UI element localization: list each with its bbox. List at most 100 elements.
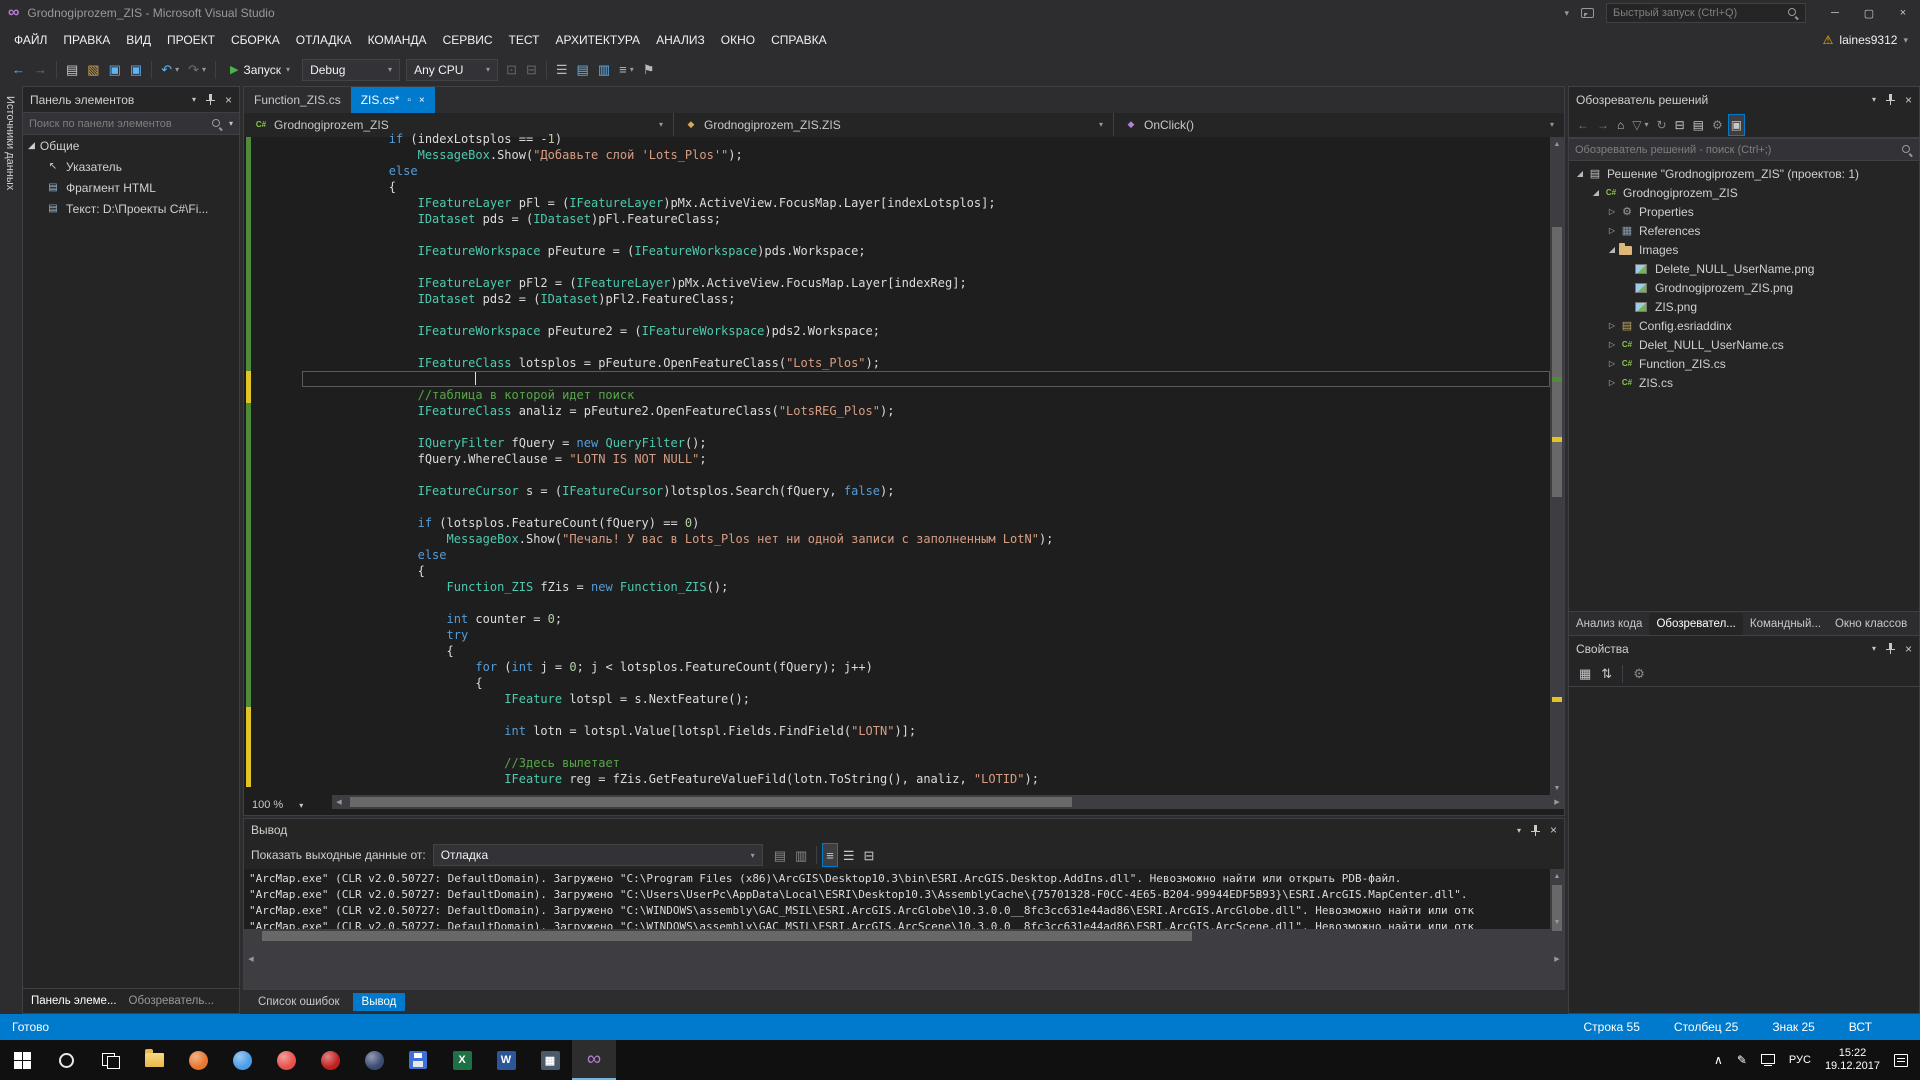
pin-icon[interactable] (1885, 643, 1896, 654)
code-line[interactable]: { (302, 179, 1550, 195)
code-line[interactable]: IFeatureLayer pFl = (IFeatureLayer)pMx.A… (302, 195, 1550, 211)
maximize-button[interactable]: ▢ (1852, 0, 1886, 26)
menu-item[interactable]: АНАЛИЗ (648, 29, 713, 51)
code-line[interactable]: Function_ZIS fZis = new Function_ZIS(); (302, 579, 1550, 595)
scrollbar-thumb[interactable] (1552, 227, 1562, 497)
taskbar-opera[interactable] (308, 1040, 352, 1080)
output-source-dropdown[interactable]: Отладка ▾ (433, 844, 763, 866)
expander-icon[interactable]: ▷ (1605, 321, 1619, 330)
menu-item[interactable]: АРХИТЕКТУРА (547, 29, 648, 51)
chevron-down-icon[interactable]: ▾ (1517, 826, 1521, 835)
code-editor[interactable]: if (indexLotsplos == -1) MessageBox.Show… (244, 137, 1564, 795)
code-line[interactable]: IDataset pds = (IDataset)pFl.FeatureClas… (302, 211, 1550, 227)
tree-item[interactable]: ▷▤Config.esriaddinx (1569, 316, 1919, 335)
menu-item[interactable]: ТЕСТ (501, 29, 548, 51)
code-line[interactable]: MessageBox.Show("Печаль! У вас в Lots_Pl… (302, 531, 1550, 547)
hidden-icons-chevron-icon[interactable]: ∧ (1714, 1053, 1723, 1067)
taskbar-save-app[interactable] (396, 1040, 440, 1080)
taskbar-dark-app[interactable] (352, 1040, 396, 1080)
solution-search-input[interactable]: Обозреватель решений - поиск (Ctrl+;) (1569, 138, 1919, 161)
scroll-up-icon[interactable]: ▲ (1550, 869, 1564, 883)
notifications-chevron-icon[interactable]: ▾ (1564, 8, 1569, 19)
se-back-button[interactable]: ← (1574, 114, 1592, 136)
pin-icon[interactable] (205, 94, 216, 105)
error-list-tab[interactable]: Список ошибок (249, 993, 349, 1011)
se-show-all-files-button[interactable]: ▤ (1690, 114, 1707, 136)
code-line[interactable]: IFeature reg = fZis.GetFeatureValueFild(… (302, 771, 1550, 787)
close-button[interactable]: × (1886, 0, 1920, 26)
code-line[interactable] (302, 595, 1550, 611)
tree-item[interactable]: ◢C#Grodnogiprozem_ZIS (1569, 183, 1919, 202)
scroll-down-icon[interactable]: ▼ (1550, 781, 1564, 795)
new-file-button[interactable]: ▤ (62, 58, 82, 82)
clear-all-button[interactable]: ☰ (839, 843, 859, 867)
code-line[interactable]: IQueryFilter fQuery = new QueryFilter(); (302, 435, 1550, 451)
forward-button[interactable]: → (30, 58, 51, 82)
network-icon[interactable] (1761, 1054, 1775, 1066)
tab-function-zis[interactable]: Function_ZIS.cs (244, 87, 351, 113)
tree-item[interactable]: ◢Images (1569, 240, 1919, 259)
back-button[interactable]: ← (8, 58, 29, 82)
minimize-button[interactable]: ─ (1818, 0, 1852, 26)
code-line[interactable] (302, 499, 1550, 515)
output-lines[interactable]: "ArcMap.exe" (CLR v2.0.50727: DefaultDom… (244, 869, 1550, 929)
toolbox-search-input[interactable]: Поиск по панели элементов ▾ (23, 112, 239, 135)
se-forward-button[interactable]: → (1594, 114, 1612, 136)
zoom-control[interactable]: 100 % ▾ (244, 795, 332, 815)
output-next-message-button[interactable]: ▥ (791, 843, 811, 867)
bookmark-button[interactable]: ⚑ (639, 58, 659, 82)
tree-item[interactable]: ◢▤Решение "Grodnogiprozem_ZIS" (проектов… (1569, 164, 1919, 183)
code-line[interactable] (302, 467, 1550, 483)
code-line[interactable]: IFeatureClass lotsplos = pFeuture.OpenFe… (302, 355, 1550, 371)
code-line[interactable]: IFeature lotspl = s.NextFeature(); (302, 691, 1550, 707)
comment-button[interactable]: ▤ (573, 58, 593, 82)
scroll-left-icon[interactable]: ◀ (244, 929, 258, 989)
language-indicator[interactable]: РУС (1789, 1054, 1811, 1066)
code-line[interactable]: MessageBox.Show("Добавьте слой 'Lots_Plo… (302, 147, 1550, 163)
chevron-down-icon[interactable]: ▾ (1872, 644, 1876, 653)
editor-vertical-scrollbar[interactable]: ▲ ▼ (1550, 137, 1564, 795)
clock[interactable]: 15:22 19.12.2017 (1825, 1047, 1880, 1073)
code-line[interactable]: IFeatureWorkspace pFeuture2 = (IFeatureW… (302, 323, 1550, 339)
quick-launch-box[interactable]: Быстрый запуск (Ctrl+Q) (1606, 3, 1806, 23)
code-line[interactable] (302, 371, 1550, 387)
taskbar-browser-blue[interactable] (220, 1040, 264, 1080)
configuration-dropdown[interactable]: Debug ▾ (302, 59, 400, 81)
toolbox-item[interactable]: ▤Текст: D:\Проекты C#\Fi... (23, 198, 239, 219)
tree-item[interactable]: ▷▦References (1569, 221, 1919, 240)
code-line[interactable]: else (302, 163, 1550, 179)
editor-horizontal-scrollbar[interactable]: ◀ ▶ (332, 795, 1564, 809)
tree-item[interactable]: ▷⚙Properties (1569, 202, 1919, 221)
taskbar-firefox[interactable] (176, 1040, 220, 1080)
tree-item[interactable]: ▷C#Function_ZIS.cs (1569, 354, 1919, 373)
scrollbar-thumb[interactable] (262, 931, 1192, 941)
code-line[interactable] (302, 307, 1550, 323)
taskbar-file-explorer[interactable] (132, 1040, 176, 1080)
code-line[interactable]: { (302, 675, 1550, 691)
code-analysis-tab[interactable]: Анализ кода (1569, 613, 1649, 635)
data-sources-tab[interactable]: Источники данных (4, 96, 16, 190)
taskbar-excel[interactable]: X (440, 1040, 484, 1080)
keep-open-icon[interactable]: ▫ (407, 95, 411, 106)
code-line[interactable]: IDataset pds2 = (IDataset)pFl2.FeatureCl… (302, 291, 1550, 307)
close-tab-icon[interactable]: × (419, 95, 425, 106)
se-home-button[interactable]: ⌂ (1614, 114, 1627, 136)
code-line[interactable]: //таблица в которой идет поиск (302, 387, 1550, 403)
expander-icon[interactable]: ▷ (1605, 207, 1619, 216)
code-line[interactable]: int counter = 0; (302, 611, 1550, 627)
word-wrap-button[interactable]: ≡ (822, 843, 838, 867)
team-explorer-tab[interactable]: Командный... (1743, 613, 1828, 635)
code-line[interactable] (302, 259, 1550, 275)
close-icon[interactable]: × (1905, 93, 1912, 107)
chevron-down-icon[interactable]: ▾ (1872, 95, 1876, 104)
tree-item[interactable]: ▷C#Delet_NULL_UserName.cs (1569, 335, 1919, 354)
code-line[interactable]: try (302, 627, 1550, 643)
code-line[interactable]: { (302, 563, 1550, 579)
menu-item[interactable]: СЕРВИС (435, 29, 501, 51)
expander-icon[interactable]: ◢ (1589, 188, 1603, 197)
scroll-right-icon[interactable]: ▶ (1550, 795, 1564, 809)
taskbar-task-view[interactable] (88, 1040, 132, 1080)
toolbox-group-header[interactable]: ◢ Общие (23, 135, 239, 156)
menu-item[interactable]: ПРОЕКТ (159, 29, 223, 51)
indent-button[interactable]: ≡▾ (615, 58, 638, 82)
